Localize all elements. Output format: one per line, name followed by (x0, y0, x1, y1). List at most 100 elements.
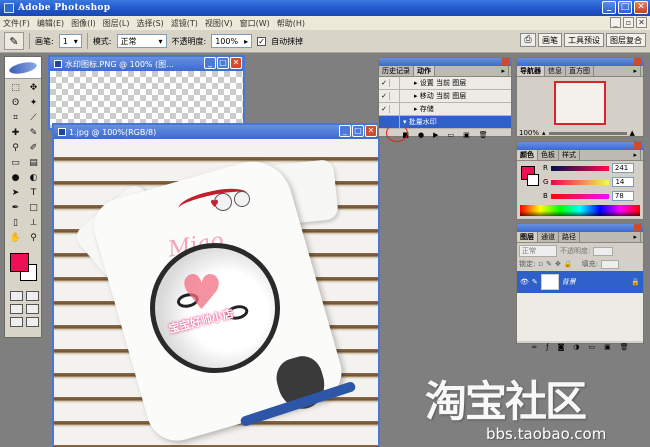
pencil-tool-icon[interactable]: ✎ (25, 126, 42, 140)
screen-mode-standard-button[interactable] (10, 304, 23, 314)
layer-opacity-input[interactable] (593, 246, 614, 256)
doc-window-main[interactable]: 1.jpg @ 100%(RGB/8) _ □ ✕ ♥ Miao ♥ 宝宝好帅小… (52, 123, 380, 447)
channel-slider[interactable] (551, 179, 610, 185)
new-action-icon[interactable]: ▣ (463, 131, 470, 139)
panel-close-button[interactable] (634, 58, 642, 65)
doc-maximize-button[interactable]: □ (217, 57, 229, 69)
new-set-icon[interactable]: ▭ (447, 131, 454, 139)
pen-tool-icon[interactable]: ✒ (7, 201, 24, 215)
gradient-tool-icon[interactable]: ▤ (25, 156, 42, 170)
tab-paths[interactable]: 路径 (559, 232, 580, 242)
printer-icon[interactable]: ⎙ (520, 33, 536, 47)
action-check-icon[interactable]: ✓ (379, 105, 390, 113)
tab-swatches[interactable]: 色板 (538, 150, 559, 160)
channel-slider[interactable] (550, 193, 609, 199)
panel-title-bar[interactable] (379, 58, 511, 66)
zoom-out-icon[interactable]: ▴ (542, 129, 546, 137)
stamp-tool-icon[interactable]: ⚲ (7, 141, 24, 155)
doc-close-button[interactable]: ✕ (636, 17, 647, 28)
menu-image[interactable]: 图像(I) (71, 18, 96, 29)
lock-move-icon[interactable]: ✥ (555, 260, 561, 268)
menu-view[interactable]: 视图(V) (205, 18, 233, 29)
path-select-tool-icon[interactable]: ➤ (7, 186, 24, 200)
tab-color[interactable]: 颜色 (517, 150, 538, 160)
link-icon[interactable]: ∞ (531, 343, 537, 351)
panel-menu-icon[interactable]: ▸ (630, 66, 641, 77)
menu-select[interactable]: 选择(S) (136, 18, 163, 29)
toolbox-header[interactable] (5, 57, 41, 79)
pencil-tool-preset-icon[interactable]: ✎ (4, 32, 24, 50)
foreground-color-swatch[interactable] (10, 253, 29, 272)
action-dialog-toggle[interactable] (390, 89, 400, 103)
eye-icon[interactable]: 👁 (520, 278, 529, 286)
trash-icon[interactable]: 🗑 (620, 343, 629, 351)
play-icon[interactable]: ▶ (433, 131, 438, 139)
minimize-button[interactable]: _ (602, 1, 616, 14)
screen-mode-fullmenu-button[interactable] (10, 317, 23, 327)
panel-menu-icon[interactable]: ▸ (630, 232, 641, 243)
move-tool-icon[interactable]: ✥ (25, 81, 42, 95)
doc-minimize-button[interactable]: _ (610, 17, 621, 28)
screen-mode-full-button[interactable] (26, 304, 39, 314)
eyedropper-tool-icon[interactable]: ⟂ (25, 216, 42, 230)
well-tab-tool-presets[interactable]: 工具预设 (564, 33, 604, 47)
shape-tool-icon[interactable]: □ (25, 201, 42, 215)
panel-close-button[interactable] (502, 58, 510, 65)
well-tab-layer-comps[interactable]: 图层复合 (606, 33, 646, 47)
channel-value-input[interactable]: 241 (611, 163, 634, 173)
doc-close-button[interactable]: ✕ (365, 125, 377, 137)
transparent-canvas[interactable] (50, 71, 243, 128)
eraser-tool-icon[interactable]: ▭ (7, 156, 24, 170)
lock-all-icon[interactable]: 🔒 (564, 260, 573, 268)
tab-styles[interactable]: 样式 (559, 150, 580, 160)
blur-tool-icon[interactable]: ● (7, 171, 24, 185)
menu-help[interactable]: 帮助(H) (277, 18, 305, 29)
lock-brush-icon[interactable]: ✎ (546, 260, 552, 268)
menu-edit[interactable]: 编辑(E) (37, 18, 64, 29)
tab-histogram[interactable]: 直方图 (566, 66, 594, 76)
action-row[interactable]: ✓ ▸ 移动 当前 图层 (379, 89, 511, 103)
panel-menu-icon[interactable]: ▸ (498, 66, 509, 77)
slice-tool-icon[interactable]: ⟋ (25, 111, 42, 125)
zoom-slider[interactable] (548, 131, 627, 135)
quickmask-mode-button[interactable] (26, 291, 39, 301)
tab-navigator[interactable]: 导航器 (517, 66, 545, 76)
color-spectrum-bar[interactable] (520, 205, 640, 216)
type-tool-icon[interactable]: T (25, 186, 42, 200)
lock-transparency-icon[interactable]: ▫ (538, 260, 543, 268)
tab-actions[interactable]: 动作 (414, 66, 435, 76)
zoom-in-icon[interactable]: ▲ (630, 129, 635, 137)
menu-filter[interactable]: 滤镜(T) (171, 18, 198, 29)
layer-name[interactable]: 背景 (562, 277, 576, 287)
record-icon[interactable]: ● (418, 131, 424, 139)
action-check-icon[interactable]: ✓ (379, 92, 390, 100)
image-canvas[interactable]: ♥ Miao ♥ 宝宝好帅小店 (54, 139, 378, 447)
standard-mode-button[interactable] (10, 291, 23, 301)
tab-info[interactable]: 信息 (545, 66, 566, 76)
new-layer-icon[interactable]: ▣ (604, 343, 611, 351)
doc-close-button[interactable]: ✕ (230, 57, 242, 69)
doc-window-watermark[interactable]: 水印图标.PNG @ 100% (图... _ □ ✕ (48, 55, 245, 130)
doc-restore-button[interactable]: ▫ (623, 17, 634, 28)
panel-close-button[interactable] (634, 142, 642, 149)
crop-tool-icon[interactable]: ⌗ (7, 111, 24, 125)
doc-title-bar[interactable]: 1.jpg @ 100%(RGB/8) (54, 125, 378, 139)
action-dialog-toggle[interactable] (390, 76, 400, 90)
history-brush-tool-icon[interactable]: ✐ (25, 141, 42, 155)
channel-slider[interactable] (550, 165, 609, 171)
channel-value-input[interactable]: 14 (612, 177, 635, 187)
background-color-chip[interactable] (527, 174, 539, 186)
doc-minimize-button[interactable]: _ (339, 125, 351, 137)
channel-value-input[interactable]: 78 (611, 191, 634, 201)
panel-menu-icon[interactable]: ▸ (630, 150, 641, 161)
mask-icon[interactable]: ◙ (558, 343, 565, 351)
jump-to-imageready-button[interactable] (26, 317, 39, 327)
action-check-icon[interactable]: ✓ (379, 79, 390, 87)
panel-title-bar[interactable] (517, 224, 643, 232)
healing-brush-tool-icon[interactable]: ✚ (7, 126, 24, 140)
zoom-value[interactable]: 100% (519, 129, 539, 137)
tab-channels[interactable]: 通道 (538, 232, 559, 242)
zoom-tool-icon[interactable]: ⚲ (25, 231, 42, 245)
tab-layers[interactable]: 图层 (517, 232, 538, 242)
brush-picker[interactable]: 1 ▾ (58, 34, 82, 48)
